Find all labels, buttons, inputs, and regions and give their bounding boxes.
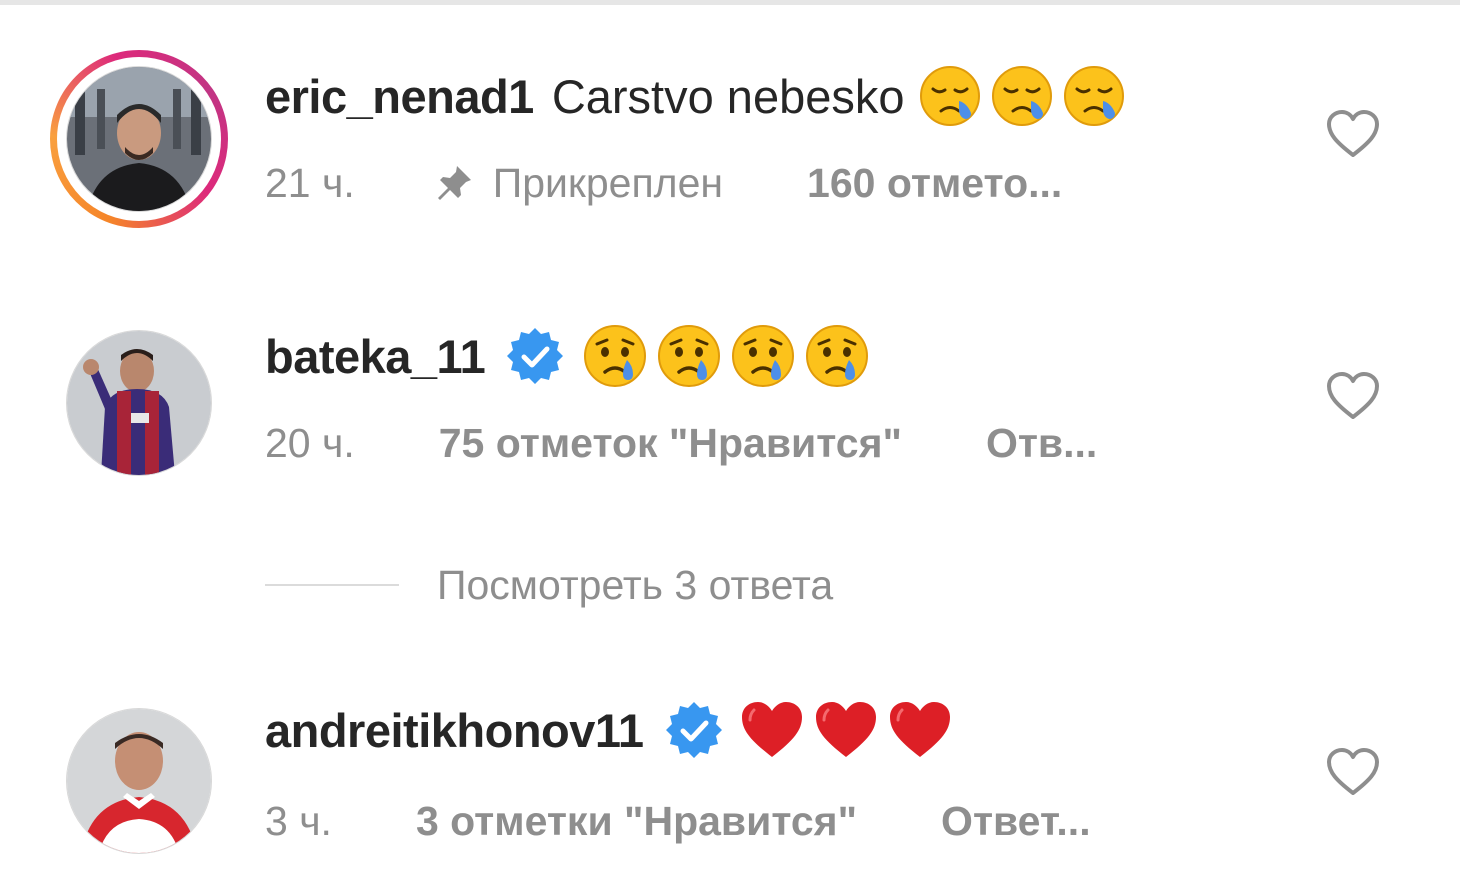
- avatar-photo-icon: [67, 331, 211, 475]
- avatar[interactable]: [66, 330, 212, 476]
- verified-badge-icon: [665, 702, 722, 758]
- reply-button[interactable]: Отв...: [986, 420, 1097, 467]
- comment-text: Carstvo nebesko: [551, 69, 905, 123]
- crying-face-icon: [584, 325, 647, 387]
- comment-time: 21 ч.: [265, 159, 355, 206]
- verified-badge-icon: [507, 328, 564, 384]
- red-heart-icon: [815, 702, 876, 757]
- comment-time: 20 ч.: [265, 419, 355, 466]
- red-heart-icon: [889, 702, 950, 757]
- sad-crying-face-icon: [1063, 66, 1124, 126]
- crying-face-icon: [806, 325, 869, 387]
- avatar[interactable]: [66, 66, 212, 212]
- sad-crying-face-icon: [991, 66, 1052, 126]
- comment-emojis: [740, 700, 962, 760]
- sad-crying-face-icon: [919, 66, 980, 126]
- likes-count[interactable]: 75 отметок "Нравится": [439, 420, 902, 467]
- comment-username[interactable]: eric_nenad1: [265, 69, 534, 124]
- comment-emojis: [583, 324, 879, 388]
- heart-icon[interactable]: [1326, 372, 1380, 420]
- replies-divider: [265, 584, 399, 586]
- pin-icon: [437, 166, 471, 200]
- comment-username[interactable]: bateka_11: [265, 329, 486, 384]
- heart-icon[interactable]: [1326, 110, 1380, 158]
- avatar-photo-icon: [67, 709, 211, 853]
- top-divider: [0, 0, 1460, 5]
- crying-face-icon: [658, 325, 721, 387]
- heart-icon[interactable]: [1326, 748, 1380, 796]
- comment-username[interactable]: andreitikhonov11: [265, 703, 644, 758]
- comment-emojis: [919, 65, 1135, 127]
- comment-time: 3 ч.: [265, 797, 332, 844]
- crying-face-icon: [732, 325, 795, 387]
- likes-count[interactable]: 3 отметки "Нравится": [416, 798, 857, 845]
- reply-button[interactable]: Ответ...: [941, 798, 1091, 845]
- avatar[interactable]: [66, 708, 212, 854]
- red-heart-icon: [741, 702, 802, 757]
- avatar-photo-icon: [67, 67, 211, 211]
- likes-count[interactable]: 160 отмето...: [807, 160, 1062, 207]
- view-replies-label: Посмотреть 3 ответа: [437, 561, 834, 608]
- pinned-label: Прикреплен: [492, 159, 724, 206]
- view-replies-button[interactable]: Посмотреть 3 ответа: [265, 560, 833, 610]
- pinned-indicator: Прикреплен: [433, 160, 723, 207]
- story-ring[interactable]: [50, 50, 228, 228]
